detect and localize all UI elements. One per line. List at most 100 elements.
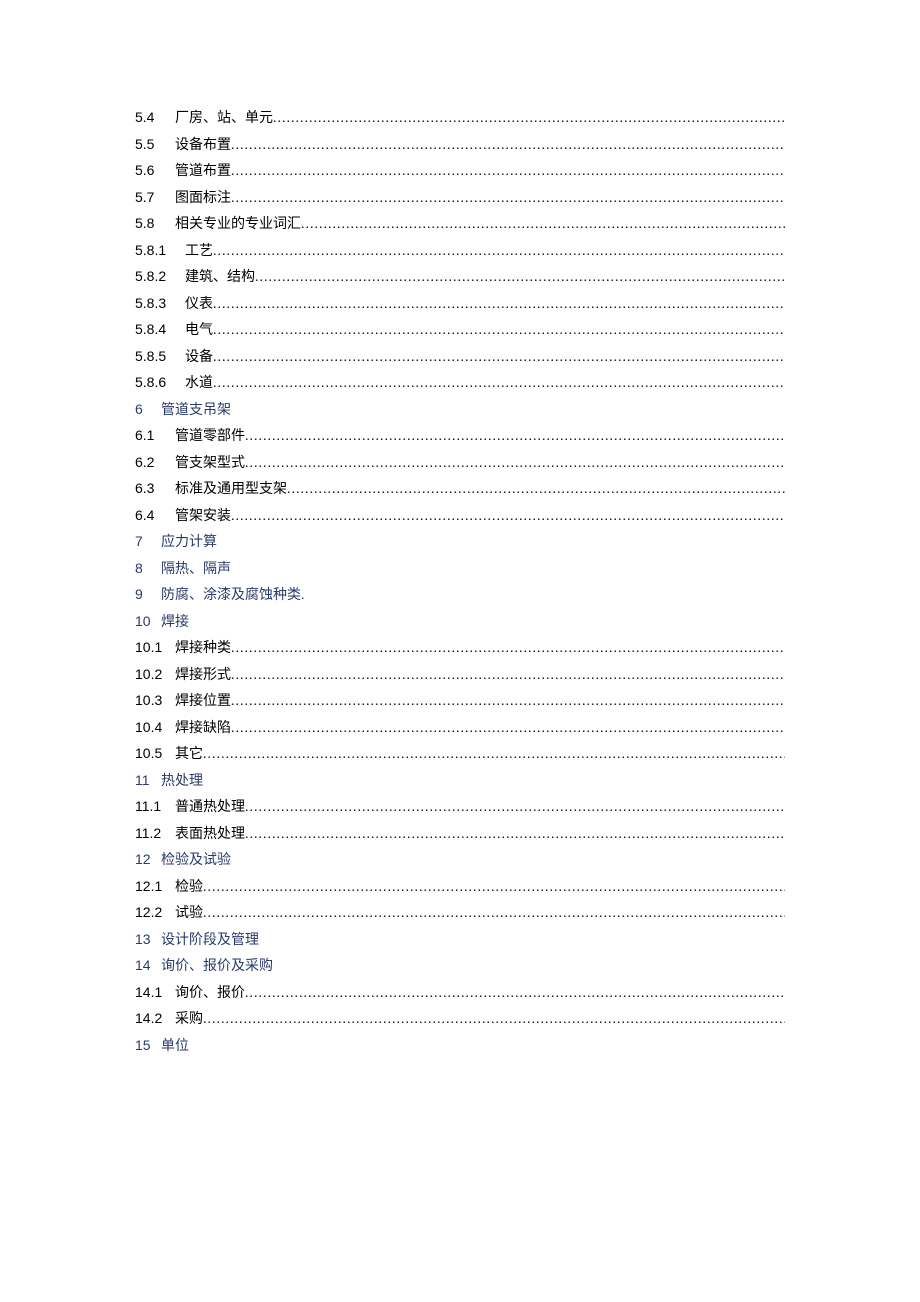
toc-entry: 10.4焊接缺陷 [135,720,785,736]
table-of-contents: 5.4厂房、站、单元5.5设备布置5.6管道布置5.7图面标注5.8相关专业的专… [135,110,785,1054]
toc-leader-dots [231,139,785,153]
toc-title: 其它 [175,748,203,762]
toc-title: 电气 [185,324,213,338]
toc-title: 检验 [175,881,203,895]
toc-entry: 5.7图面标注 [135,190,785,206]
toc-entry: 7应力计算 [135,534,785,550]
toc-number: 5.7 [135,190,175,204]
toc-leader-dots [287,483,785,497]
toc-title: 询价、报价及采购 [161,960,273,974]
toc-title: 焊接 [161,616,189,630]
toc-entry: 5.8.5设备 [135,349,785,365]
toc-title: 焊接形式 [175,669,231,683]
toc-entry: 10.5其它 [135,746,785,762]
toc-entry: 5.6管道布置 [135,163,785,179]
toc-number: 13 [135,932,161,946]
toc-title: 设计阶段及管理 [161,934,259,948]
toc-title: 仪表 [185,298,213,312]
toc-number: 5.8.2 [135,269,185,283]
toc-number: 5.6 [135,163,175,177]
toc-number: 14.2 [135,1011,175,1025]
toc-number: 8 [135,561,161,575]
toc-number: 11.2 [135,826,175,840]
toc-leader-dots [273,112,785,126]
toc-leader-dots [245,801,785,815]
toc-leader-dots [231,192,785,206]
toc-number: 5.8.6 [135,375,185,389]
toc-number: 11.1 [135,799,175,813]
toc-title: 单位 [161,1040,189,1054]
toc-number: 5.4 [135,110,175,124]
toc-leader-dots [231,642,785,656]
toc-entry: 6.3标准及通用型支架 [135,481,785,497]
toc-title: 管支架型式 [175,457,245,471]
toc-leader-dots [213,245,785,259]
toc-leader-dots [231,695,785,709]
toc-number: 6.4 [135,508,175,522]
toc-title: 普通热处理 [175,801,245,815]
toc-entry: 11.1普通热处理 [135,799,785,815]
toc-number: 10 [135,614,161,628]
toc-number: 6.3 [135,481,175,495]
toc-leader-dots [213,324,785,338]
toc-leader-dots [203,881,785,895]
toc-entry: 12.1检验 [135,879,785,895]
toc-number: 10.5 [135,746,175,760]
toc-entry: 5.8相关专业的专业词汇 [135,216,785,232]
toc-entry: 10.2焊接形式 [135,667,785,683]
toc-title: 厂房、站、单元 [175,112,273,126]
toc-leader-dots [213,377,785,391]
toc-title: 相关专业的专业词汇 [175,218,301,232]
toc-leader-dots [301,218,785,232]
toc-entry: 11热处理 [135,773,785,789]
toc-title: 管道支吊架 [161,404,231,418]
toc-number: 11 [135,773,161,787]
toc-number: 6 [135,402,161,416]
toc-title: 检验及试验 [161,854,231,868]
toc-number: 10.2 [135,667,175,681]
toc-title: 工艺 [185,245,213,259]
toc-title: 隔热、隔声 [161,563,231,577]
toc-leader-dots [231,669,785,683]
toc-number: 9 [135,587,161,601]
toc-leader-dots [203,907,785,921]
toc-number: 12 [135,852,161,866]
toc-leader-dots [203,748,785,762]
toc-entry: 14.1询价、报价 [135,985,785,1001]
toc-title: 焊接缺陷 [175,722,231,736]
toc-entry: 5.8.4电气 [135,322,785,338]
toc-title: 试验 [175,907,203,921]
toc-entry: 10.3焊接位置 [135,693,785,709]
toc-entry: 6.1管道零部件 [135,428,785,444]
toc-title: 图面标注 [175,192,231,206]
toc-entry: 5.8.3仪表 [135,296,785,312]
toc-number: 15 [135,1038,161,1052]
toc-number: 10.4 [135,720,175,734]
toc-entry: 5.5设备布置 [135,137,785,153]
toc-entry: 8隔热、隔声 [135,561,785,577]
toc-title: 水道 [185,377,213,391]
toc-entry: 5.8.1工艺 [135,243,785,259]
toc-title: 管架安装 [175,510,231,524]
toc-number: 6.1 [135,428,175,442]
toc-entry: 12检验及试验 [135,852,785,868]
toc-title: 设备布置 [175,139,231,153]
toc-title: 防腐、涂漆及腐蚀种类. [161,589,305,603]
toc-title: 管道零部件 [175,430,245,444]
toc-leader-dots [213,298,785,312]
toc-title: 焊接位置 [175,695,231,709]
toc-leader-dots [245,457,785,471]
toc-entry: 15单位 [135,1038,785,1054]
toc-entry: 12.2试验 [135,905,785,921]
toc-number: 5.8.5 [135,349,185,363]
toc-number: 14 [135,958,161,972]
toc-entry: 5.8.2建筑、结构 [135,269,785,285]
toc-number: 5.5 [135,137,175,151]
toc-entry: 9防腐、涂漆及腐蚀种类. [135,587,785,603]
toc-leader-dots [245,987,785,1001]
toc-number: 14.1 [135,985,175,999]
toc-title: 设备 [185,351,213,365]
toc-entry: 13设计阶段及管理 [135,932,785,948]
toc-number: 6.2 [135,455,175,469]
toc-title: 建筑、结构 [185,271,255,285]
